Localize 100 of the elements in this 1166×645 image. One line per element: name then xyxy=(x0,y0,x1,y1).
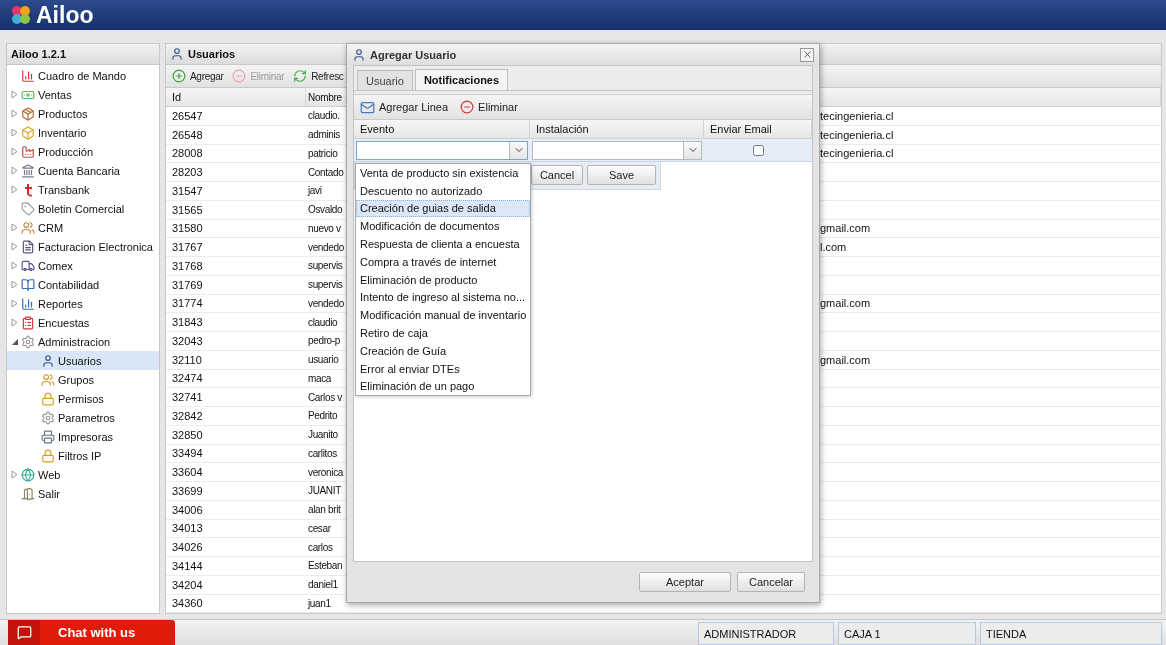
table-cell: tecingenieria.cl xyxy=(820,144,1161,164)
sidebar-item[interactable]: Ventas xyxy=(7,85,159,104)
lock-icon xyxy=(41,391,55,406)
sidebar-title: Ailoo 1.2.1 xyxy=(7,44,159,65)
sidebar-item[interactable]: Boletin Comercial xyxy=(7,199,159,218)
chat-button[interactable]: Chat with us xyxy=(8,620,175,645)
column-header[interactable]: Enviar Email xyxy=(704,120,812,139)
expand-arrow-icon[interactable] xyxy=(11,167,18,174)
table-cell: 31547 xyxy=(166,182,306,201)
table-cell: 33604 xyxy=(166,463,306,482)
bar-chart-icon xyxy=(21,296,35,311)
user-icon xyxy=(170,47,184,61)
dropdown-option[interactable]: Respuesta de clienta a encuesta xyxy=(356,235,531,253)
expand-arrow-icon[interactable] xyxy=(11,471,18,478)
bank-icon xyxy=(21,163,35,178)
sidebar-item[interactable]: Web xyxy=(7,465,159,484)
sidebar-item[interactable]: Filtros IP xyxy=(7,446,159,465)
expand-arrow-icon[interactable] xyxy=(11,148,18,155)
expand-arrow-icon[interactable] xyxy=(11,243,18,250)
expand-arrow-icon[interactable] xyxy=(11,300,18,307)
table-cell: 31843 xyxy=(166,313,306,332)
sidebar-item[interactable]: Encuestas xyxy=(7,313,159,332)
printer-icon xyxy=(41,429,55,444)
sidebar-item[interactable]: Parametros xyxy=(7,408,159,427)
table-cell: gmail.com xyxy=(820,294,1161,314)
table-cell: 28008 xyxy=(166,144,306,164)
table-cell: 31774 xyxy=(166,294,306,314)
event-combo-field[interactable] xyxy=(356,140,528,160)
table-cell: tecingenieria.cl xyxy=(820,107,1161,126)
sidebar-item[interactable]: Administracion xyxy=(7,332,159,351)
sidebar-item[interactable]: Producción xyxy=(7,142,159,161)
table-cell: tecingenieria.cl xyxy=(820,125,1161,145)
table-cell: 31768 xyxy=(166,257,306,276)
tag-icon xyxy=(21,201,35,216)
table-cell: 33494 xyxy=(166,444,306,464)
sidebar-item[interactable]: Comex xyxy=(7,256,159,275)
dropdown-option[interactable]: Retiro de caja xyxy=(356,324,531,342)
minus-circle-icon xyxy=(232,69,247,83)
expand-arrow-icon[interactable] xyxy=(11,129,18,136)
table-cell: gmail.com xyxy=(820,350,1161,370)
globe-icon xyxy=(21,467,35,482)
dropdown-option[interactable]: Venta de producto sin existencia xyxy=(356,164,531,182)
installation-combo-field[interactable] xyxy=(532,140,702,160)
sidebar-item[interactable]: Impresoras xyxy=(7,427,159,446)
app-logo-text: Ailoo xyxy=(36,1,94,29)
expand-arrow-icon[interactable] xyxy=(11,110,18,117)
sidebar-item[interactable]: Inventario xyxy=(7,123,159,142)
tab[interactable]: Usuario xyxy=(357,70,413,90)
column-header[interactable]: Instalación xyxy=(530,120,704,139)
sidebar-item[interactable]: Usuarios xyxy=(7,351,159,370)
sidebar-item[interactable]: Facturacion Electronica xyxy=(7,237,159,256)
dialog-button[interactable]: Aceptar xyxy=(639,572,731,592)
column-header[interactable]: Evento xyxy=(354,120,530,139)
table-cell: 28203 xyxy=(166,163,306,182)
sidebar-item[interactable]: Cuadro de Mando xyxy=(7,66,159,85)
close-button[interactable] xyxy=(800,47,814,62)
table-cell: 26548 xyxy=(166,125,306,145)
book-icon xyxy=(21,277,35,292)
expand-arrow-icon[interactable] xyxy=(11,224,18,231)
dialog-title: Agregar Usuario xyxy=(347,44,819,65)
sidebar-item[interactable]: Cuenta Bancaria xyxy=(7,161,159,180)
expand-arrow-icon[interactable] xyxy=(11,91,18,98)
sidebar-item[interactable]: Reportes xyxy=(7,294,159,313)
door-icon xyxy=(21,486,35,501)
status-field: TIENDA xyxy=(980,622,1162,645)
toolbar-button[interactable]: Agregar xyxy=(170,68,226,84)
dropdown-option[interactable]: Modificación manual de inventario xyxy=(356,306,531,325)
column-header[interactable]: Id xyxy=(166,88,306,107)
document-icon xyxy=(21,239,35,254)
table-cell: 34360 xyxy=(166,594,306,613)
sidebar-item[interactable]: CRM xyxy=(7,218,159,237)
pinwheel-logo-icon xyxy=(10,4,32,26)
table-cell: 31767 xyxy=(166,238,306,257)
table-cell: 32110 xyxy=(166,350,306,370)
status-field: ADMINISTRADOR xyxy=(698,622,834,645)
sidebar-item[interactable]: Permisos xyxy=(7,389,159,408)
sidebar-item[interactable]: Contabilidad xyxy=(7,275,159,294)
expand-arrow-icon[interactable] xyxy=(11,319,18,326)
toolbar-button[interactable]: Refresc xyxy=(291,68,346,84)
expand-arrow-icon[interactable] xyxy=(11,262,18,269)
row-editor-button[interactable]: Cancel xyxy=(531,165,583,185)
table-cell: 34144 xyxy=(166,557,306,576)
truck-icon xyxy=(21,258,35,273)
user-icon xyxy=(41,353,55,368)
table-cell: 31580 xyxy=(166,219,306,239)
email-checkbox[interactable] xyxy=(752,144,764,156)
dropdown-option[interactable]: Modificación de documentos xyxy=(356,217,531,236)
expand-arrow-icon[interactable] xyxy=(11,281,18,288)
close-icon xyxy=(801,49,813,60)
sidebar-item[interactable]: Productos xyxy=(7,104,159,123)
tab[interactable]: Notificaciones xyxy=(414,69,509,90)
dialog-button[interactable]: Cancelar xyxy=(737,572,805,592)
sidebar-item[interactable]: Grupos xyxy=(7,370,159,389)
row-editor-button[interactable]: Save xyxy=(587,165,656,185)
sidebar-item[interactable]: Transbank xyxy=(7,180,159,199)
expand-arrow-icon[interactable] xyxy=(11,186,18,193)
table-cell: 34204 xyxy=(166,575,306,595)
sidebar-item[interactable]: Salir xyxy=(7,484,159,503)
collapse-arrow-icon[interactable] xyxy=(11,338,18,345)
package-icon xyxy=(21,106,35,121)
